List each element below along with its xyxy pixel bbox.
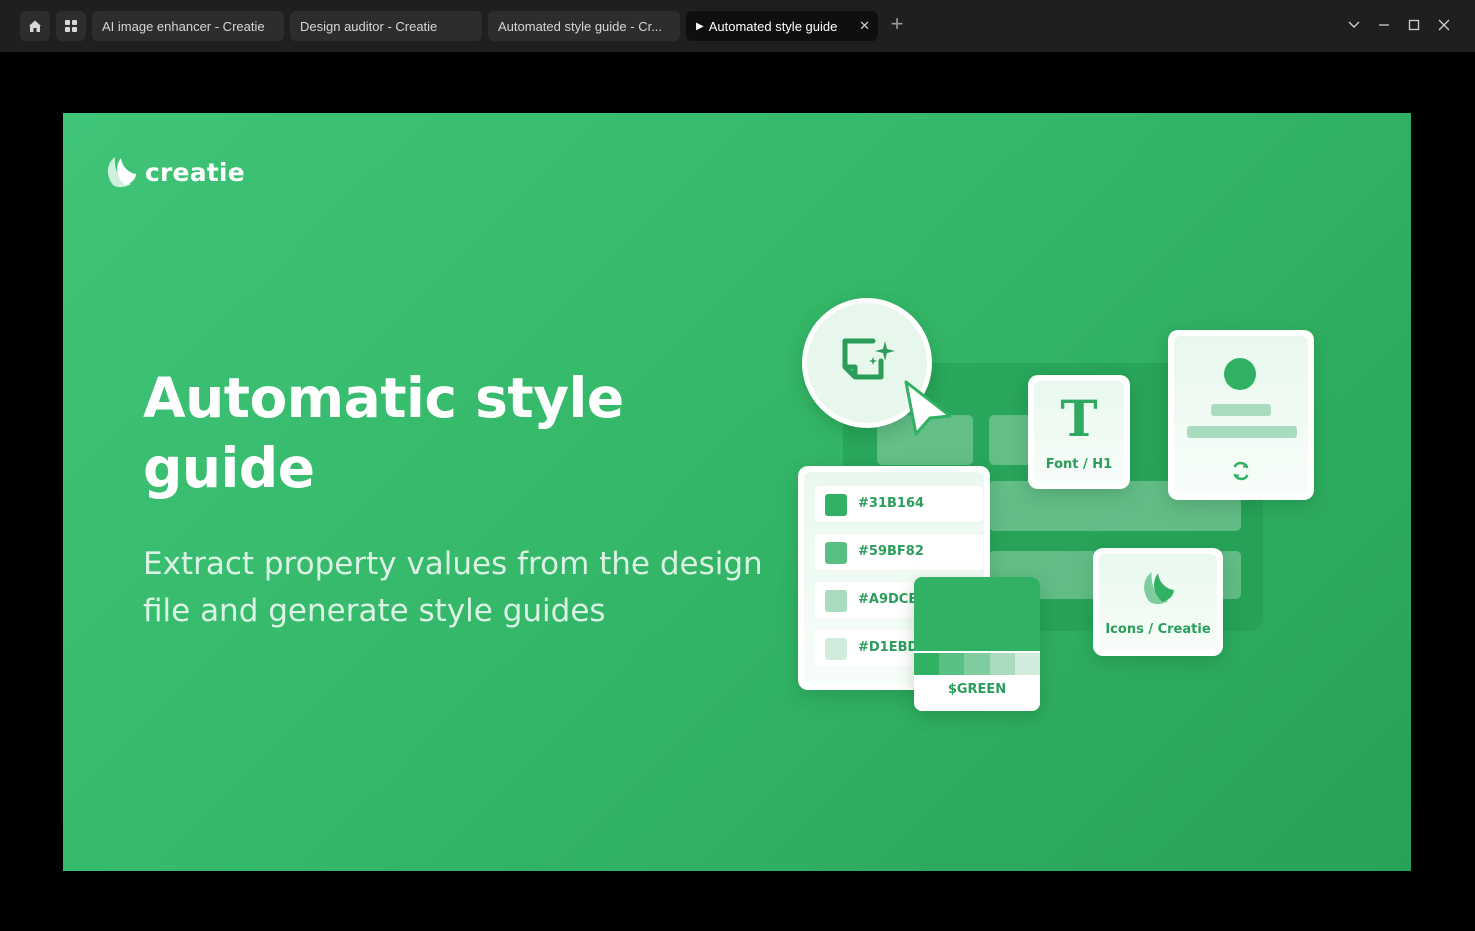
- card-inner: [1174, 336, 1308, 494]
- apps-button[interactable]: [56, 11, 86, 41]
- maximize-button[interactable]: [1403, 14, 1425, 36]
- close-tab-icon[interactable]: ✕: [859, 18, 870, 34]
- shade-chip: [989, 653, 1015, 675]
- shade-chip: [1014, 653, 1040, 675]
- font-style-label: Font / H1: [1045, 457, 1113, 472]
- swatch-row: #31B164: [815, 486, 983, 522]
- font-style-card: T Font / H1: [1028, 375, 1130, 489]
- grid-icon: [65, 20, 77, 32]
- color-chip: [825, 638, 847, 660]
- card-inner: T Font / H1: [1034, 381, 1124, 483]
- color-chip: [825, 590, 847, 612]
- color-chip: [825, 542, 847, 564]
- text-placeholder: [1187, 426, 1297, 438]
- tab-label: Design auditor - Creatie: [300, 18, 438, 34]
- tab-label: Automated style guide: [708, 18, 838, 34]
- swatch-label: #31B164: [858, 496, 925, 511]
- maximize-icon: [1408, 19, 1420, 31]
- chevron-down-icon: [1348, 21, 1360, 28]
- text-placeholder: [1211, 404, 1271, 416]
- shade-chip: [914, 653, 940, 675]
- close-icon: [1438, 19, 1450, 31]
- tab-label: AI image enhancer - Creatie: [102, 18, 265, 34]
- component-card: [1168, 330, 1314, 500]
- cursor-pointer-icon: [904, 380, 952, 436]
- close-window-button[interactable]: [1433, 14, 1455, 36]
- tab-automated-style-guide-creatie[interactable]: Automated style guide - Cr...: [488, 11, 680, 41]
- avatar-placeholder: [1224, 358, 1256, 390]
- card-inner: Icons / Creatie: [1099, 554, 1217, 650]
- primary-color-block: [914, 577, 1040, 651]
- token-label: $GREEN: [947, 682, 1007, 697]
- shade-chip: [939, 653, 965, 675]
- color-chip: [825, 494, 847, 516]
- home-icon: [29, 20, 41, 32]
- refresh-icon: [1233, 461, 1249, 481]
- green-token-card: $GREEN: [914, 577, 1040, 711]
- home-button[interactable]: [20, 11, 50, 41]
- font-glyph: T: [1060, 389, 1098, 448]
- swatch-row: #59BF82: [815, 534, 983, 570]
- tab-design-auditor[interactable]: Design auditor - Creatie: [290, 11, 482, 41]
- minimize-button[interactable]: [1373, 14, 1395, 36]
- play-icon: ▶: [696, 20, 704, 32]
- shade-chip: [964, 653, 990, 675]
- minimize-icon: [1379, 24, 1389, 26]
- style-guide-illustration: #31B164 #59BF82 #A9DCBF #D1EBDD $GREEN T…: [63, 113, 1411, 871]
- icons-label: Icons / Creatie: [1105, 622, 1211, 637]
- browser-tab-bar: AI image enhancer - Creatie Design audit…: [0, 0, 1475, 52]
- icons-card: Icons / Creatie: [1093, 548, 1223, 656]
- creatie-leaf-icon: [1144, 572, 1174, 605]
- new-tab-button[interactable]: +: [886, 12, 908, 38]
- swatch-label: #59BF82: [858, 544, 924, 559]
- presentation-slide: creatie Automatic style guide Extract pr…: [63, 113, 1411, 871]
- tab-automated-style-guide-active[interactable]: ▶ Automated style guide ✕: [686, 11, 878, 41]
- tab-ai-image-enhancer[interactable]: AI image enhancer - Creatie: [92, 11, 284, 41]
- tabs-dropdown-button[interactable]: [1343, 14, 1365, 36]
- tab-label: Automated style guide - Cr...: [498, 18, 663, 34]
